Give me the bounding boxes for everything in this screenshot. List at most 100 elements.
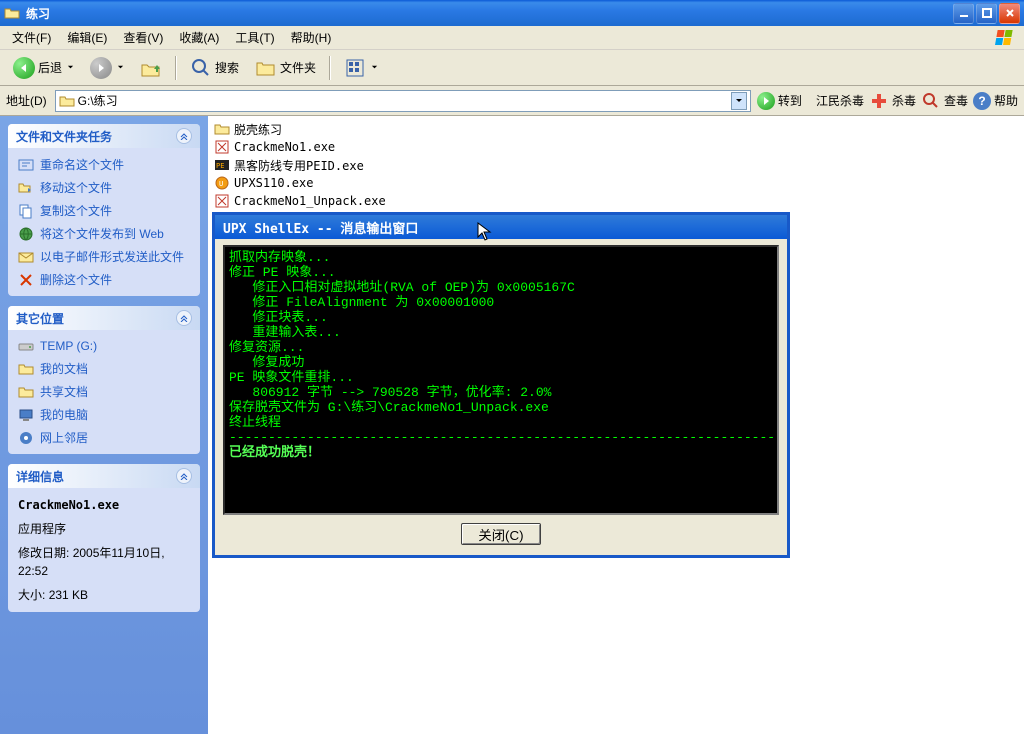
folder-up-icon bbox=[140, 57, 162, 79]
chevron-up-icon bbox=[176, 128, 192, 144]
copy-icon bbox=[18, 203, 34, 219]
folder-icon bbox=[59, 93, 75, 109]
other-places-panel: 其它位置 TEMP (G:) 我的文档 共享文档 我的电脑 网上邻居 bbox=[8, 306, 200, 454]
go-label: 转到 bbox=[778, 92, 802, 109]
upx-dialog: UPX ShellEx -- 消息输出窗口 抓取内存映象... 修正 PE 映象… bbox=[212, 212, 790, 558]
place-shared[interactable]: 共享文档 bbox=[18, 383, 190, 400]
details-body: CrackmeNo1.exe 应用程序 修改日期: 2005年11月10日, 2… bbox=[8, 488, 200, 612]
address-input-box[interactable]: G:\练习 bbox=[55, 90, 751, 112]
go-button[interactable]: 转到 bbox=[757, 92, 802, 110]
file-item-exe[interactable]: CrackmeNo1_Unpack.exe bbox=[212, 192, 1024, 210]
mail-icon bbox=[18, 249, 34, 265]
file-item-exe[interactable]: CrackmeNo1.exe bbox=[212, 138, 1024, 156]
close-dialog-button[interactable]: 关闭(C) bbox=[461, 523, 541, 545]
chevron-down-icon bbox=[371, 64, 378, 71]
help-icon: ? bbox=[973, 92, 991, 110]
menu-tools[interactable]: 工具(T) bbox=[227, 26, 282, 49]
sidebar: 文件和文件夹任务 重命名这个文件 移动这个文件 复制这个文件 将这个文件发布到 … bbox=[0, 116, 208, 734]
dialog-title: UPX ShellEx -- 消息输出窗口 bbox=[215, 215, 787, 239]
place-mydocs[interactable]: 我的文档 bbox=[18, 360, 190, 377]
file-item-upx[interactable]: U UPXS110.exe bbox=[212, 174, 1024, 192]
svg-text:PE: PE bbox=[216, 162, 224, 170]
details-size: 大小: 231 KB bbox=[18, 586, 190, 604]
other-title: 其它位置 bbox=[16, 310, 64, 327]
details-filename: CrackmeNo1.exe bbox=[18, 496, 190, 514]
chevron-down-icon bbox=[67, 64, 74, 71]
menu-favorites[interactable]: 收藏(A) bbox=[171, 26, 227, 49]
menu-file[interactable]: 文件(F) bbox=[4, 26, 59, 49]
tasks-panel-header[interactable]: 文件和文件夹任务 bbox=[8, 124, 200, 148]
windows-logo-icon bbox=[992, 28, 1020, 48]
file-name: 脱壳练习 bbox=[234, 121, 282, 138]
close-button[interactable] bbox=[999, 3, 1020, 24]
svg-text:U: U bbox=[219, 180, 223, 188]
separator bbox=[329, 56, 331, 80]
menu-view[interactable]: 查看(V) bbox=[115, 26, 171, 49]
right-utilities: 江民杀毒 杀毒 查毒 ? 帮助 bbox=[816, 91, 1018, 111]
address-value: G:\练习 bbox=[78, 92, 728, 109]
chevron-down-icon bbox=[117, 64, 124, 71]
pe-icon: PE bbox=[214, 157, 230, 173]
task-copy[interactable]: 复制这个文件 bbox=[18, 202, 190, 219]
task-move[interactable]: 移动这个文件 bbox=[18, 179, 190, 196]
drive-icon bbox=[18, 338, 34, 354]
file-name: CrackmeNo1_Unpack.exe bbox=[234, 194, 386, 208]
search-label: 搜索 bbox=[215, 59, 239, 76]
back-label: 后退 bbox=[38, 59, 62, 76]
kill-virus-button[interactable]: 杀毒 bbox=[869, 91, 916, 111]
details-panel: 详细信息 CrackmeNo1.exe 应用程序 修改日期: 2005年11月1… bbox=[8, 464, 200, 612]
toolbar: 后退 搜索 文件夹 bbox=[0, 50, 1024, 86]
move-icon bbox=[18, 180, 34, 196]
file-item-folder[interactable]: 脱壳练习 bbox=[212, 120, 1024, 138]
search-button[interactable]: 搜索 bbox=[183, 54, 246, 82]
maximize-button[interactable] bbox=[976, 3, 997, 24]
menu-help[interactable]: 帮助(H) bbox=[283, 26, 340, 49]
minimize-button[interactable] bbox=[953, 3, 974, 24]
console-output: 抓取内存映象... 修正 PE 映象... 修正入口相对虚拟地址(RVA of … bbox=[223, 245, 779, 515]
address-dropdown-button[interactable] bbox=[731, 92, 747, 110]
task-email[interactable]: 以电子邮件形式发送此文件 bbox=[18, 248, 190, 265]
dialog-body: 抓取内存映象... 修正 PE 映象... 修正入口相对虚拟地址(RVA of … bbox=[215, 239, 787, 555]
details-title: 详细信息 bbox=[16, 468, 64, 485]
task-delete[interactable]: 删除这个文件 bbox=[18, 271, 190, 288]
other-places-header[interactable]: 其它位置 bbox=[8, 306, 200, 330]
forward-button[interactable] bbox=[83, 54, 131, 82]
file-item-pe[interactable]: PE 黑客防线专用PEID.exe bbox=[212, 156, 1024, 174]
folder-icon bbox=[18, 361, 34, 377]
folders-icon bbox=[255, 57, 277, 79]
place-mycomputer[interactable]: 我的电脑 bbox=[18, 406, 190, 423]
tasks-panel-body: 重命名这个文件 移动这个文件 复制这个文件 将这个文件发布到 Web 以电子邮件… bbox=[8, 148, 200, 296]
up-button[interactable] bbox=[133, 54, 169, 82]
upx-icon: U bbox=[214, 175, 230, 191]
menu-bar: 文件(F) 编辑(E) 查看(V) 收藏(A) 工具(T) 帮助(H) bbox=[0, 26, 1024, 50]
file-name: CrackmeNo1.exe bbox=[234, 140, 335, 154]
tasks-title: 文件和文件夹任务 bbox=[16, 128, 112, 145]
details-header[interactable]: 详细信息 bbox=[8, 464, 200, 488]
kill-label: 杀毒 bbox=[892, 92, 916, 109]
search-red-icon bbox=[921, 91, 941, 111]
task-rename[interactable]: 重命名这个文件 bbox=[18, 156, 190, 173]
scan-label: 查毒 bbox=[944, 92, 968, 109]
exe-icon bbox=[214, 193, 230, 209]
chevron-up-icon bbox=[176, 310, 192, 326]
menu-edit[interactable]: 编辑(E) bbox=[59, 26, 115, 49]
place-drive[interactable]: TEMP (G:) bbox=[18, 338, 190, 354]
search-icon bbox=[190, 57, 212, 79]
folder-icon bbox=[18, 384, 34, 400]
other-places-body: TEMP (G:) 我的文档 共享文档 我的电脑 网上邻居 bbox=[8, 330, 200, 454]
address-label: 地址(D) bbox=[6, 92, 47, 109]
window-title: 练习 bbox=[26, 5, 953, 22]
back-button[interactable]: 后退 bbox=[6, 54, 81, 82]
folders-button[interactable]: 文件夹 bbox=[248, 54, 323, 82]
folders-label: 文件夹 bbox=[280, 59, 316, 76]
help-button[interactable]: ? 帮助 bbox=[973, 92, 1018, 110]
rename-icon bbox=[18, 157, 34, 173]
details-filetype: 应用程序 bbox=[18, 520, 190, 538]
views-button[interactable] bbox=[337, 54, 385, 82]
place-network[interactable]: 网上邻居 bbox=[18, 429, 190, 446]
window-titlebar: 练习 bbox=[0, 0, 1024, 26]
views-icon bbox=[344, 57, 366, 79]
file-name: UPXS110.exe bbox=[234, 176, 313, 190]
scan-virus-button[interactable]: 查毒 bbox=[921, 91, 968, 111]
task-publish[interactable]: 将这个文件发布到 Web bbox=[18, 225, 190, 242]
